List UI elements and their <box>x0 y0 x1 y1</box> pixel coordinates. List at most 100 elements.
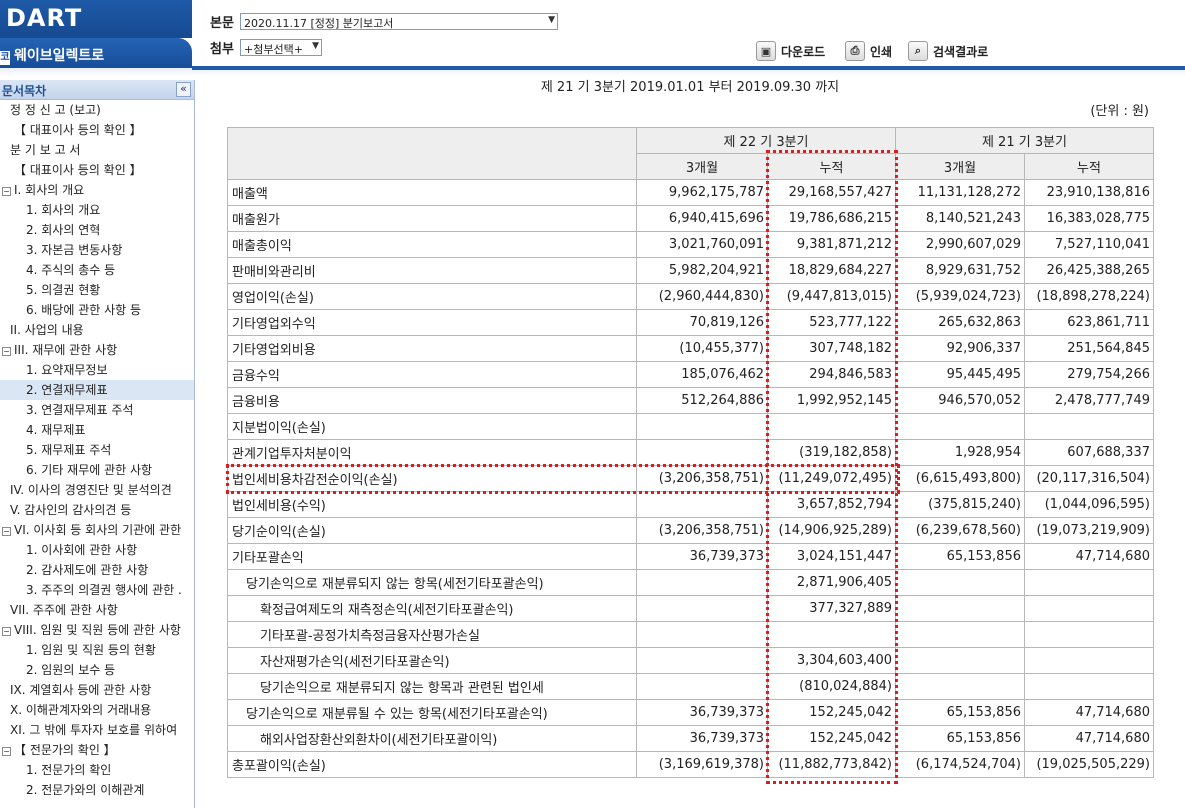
toc-item[interactable]: 3. 자본금 변동사항 <box>0 240 194 260</box>
header-divider <box>192 66 1185 70</box>
toc-item[interactable]: VII. 주주에 관한 사항 <box>0 600 194 620</box>
row-label: 당기순이익(손실) <box>227 517 637 544</box>
value-cell <box>895 413 1025 440</box>
table-row: 기타영업외수익 70,819,126 523,777,122 265,632,863 6… <box>227 309 1154 336</box>
table-row: 자산재평가손익(세전기타포괄손익) 3,304,603,400 <box>227 647 1154 674</box>
table-row: 당기손익으로 재분류되지 않는 항목과 관련된 법인세 (810,024,884) <box>227 673 1154 700</box>
print-label: 인쇄 <box>870 44 893 59</box>
toc-item[interactable]: 2. 감사제도에 관한 사항 <box>0 560 194 580</box>
value-cell: (11,249,072,495) <box>767 465 896 492</box>
toc-item-label: I. 회사의 개요 <box>14 183 85 197</box>
collapse-toggle-icon[interactable]: − <box>2 527 11 536</box>
collapse-sidebar-icon[interactable]: « <box>176 82 191 97</box>
value-cell <box>636 439 768 466</box>
value-cell: 3,304,603,400 <box>767 647 896 674</box>
toc-item-label: 【 대표이사 등의 확인 】 <box>14 163 142 177</box>
value-cell <box>636 647 768 674</box>
toc-item[interactable]: 2. 연결재무제표 <box>0 380 194 400</box>
print-button[interactable]: ⎙ 인쇄 <box>845 40 892 62</box>
chevron-down-icon: ▼ <box>312 41 319 51</box>
toc-item[interactable]: 2. 전문가와의 이해관계 <box>0 780 194 800</box>
table-row: 매출원가 6,940,415,696 19,786,686,215 8,140,521… <box>227 205 1154 232</box>
toc-item[interactable]: 6. 배당에 관한 사항 등 <box>0 300 194 320</box>
toc-item-label: XI. 그 밖에 투자자 보호를 위하여 <box>10 723 178 737</box>
toc-item[interactable]: 1. 전문가의 확인 <box>0 760 194 780</box>
value-cell: 29,168,557,427 <box>767 179 896 206</box>
toc-item[interactable]: 5. 의결권 현황 <box>0 280 194 300</box>
toc-item-label: X. 이해관계자와의 거래내용 <box>10 703 152 717</box>
toc-item[interactable]: 2. 임원의 보수 등 <box>0 660 194 680</box>
table-row: 관계기업투자처분이익 (319,182,858) 1,928,954 607,688,… <box>227 439 1154 466</box>
logo-text: DART <box>6 4 83 32</box>
toc-item-label: 5. 재무제표 주석 <box>26 443 112 457</box>
value-cell: 3,024,151,447 <box>767 543 896 570</box>
value-cell <box>767 413 896 440</box>
toc-item[interactable]: 1. 회사의 개요 <box>0 200 194 220</box>
toc-item[interactable]: V. 감사인의 감사의견 등 <box>0 500 194 520</box>
toc-item-label: 6. 배당에 관한 사항 등 <box>26 303 142 317</box>
toc-item[interactable]: − VIII. 임원 및 직원 등에 관한 사항 <box>0 620 194 640</box>
toc-item[interactable]: 정 정 신 고 (보고) <box>0 100 194 120</box>
toc-item[interactable]: 분 기 보 고 서 <box>0 140 194 160</box>
toc-item[interactable]: 1. 요약재무정보 <box>0 360 194 380</box>
toc-item[interactable]: 3. 주주의 의결권 행사에 관한 . <box>0 580 194 600</box>
toc-item[interactable]: 5. 재무제표 주석 <box>0 440 194 460</box>
value-cell <box>636 491 768 518</box>
value-cell: 2,871,906,405 <box>767 569 896 596</box>
toc-item[interactable]: − 【 전문가의 확인 】 <box>0 740 194 760</box>
toc-item[interactable]: 4. 주식의 총수 등 <box>0 260 194 280</box>
toc-item[interactable]: X. 이해관계자와의 거래내용 <box>0 700 194 720</box>
toc-item[interactable]: − VI. 이사회 등 회사의 기관에 관한 <box>0 520 194 540</box>
value-cell: 1,992,952,145 <box>767 387 896 414</box>
toc-item[interactable]: 2. 회사의 연혁 <box>0 220 194 240</box>
value-cell <box>895 621 1025 648</box>
collapse-toggle-icon[interactable]: − <box>2 627 11 636</box>
toc-item-label: VIII. 임원 및 직원 등에 관한 사항 <box>14 623 181 637</box>
table-row: 확정급여제도의 재측정손익(세전기타포괄손익) 377,327,889 <box>227 595 1154 622</box>
magnifier-icon: ⌕ <box>908 41 928 61</box>
toc-item[interactable]: II. 사업의 내용 <box>0 320 194 340</box>
toc-item[interactable]: 6. 기타 재무에 관한 사항 <box>0 460 194 480</box>
toc-item[interactable]: 1. 이사회에 관한 사항 <box>0 540 194 560</box>
row-label: 기타포괄손익 <box>227 543 637 570</box>
toc-item[interactable]: 3. 연결재무제표 주석 <box>0 400 194 420</box>
toc-item[interactable]: IV. 이사의 경영진단 및 분석의견 <box>0 480 194 500</box>
value-cell: (10,455,377) <box>636 335 768 362</box>
attach-select[interactable]: +첨부선택+ ▼ <box>240 39 322 56</box>
dart-logo[interactable]: DART <box>6 4 82 32</box>
value-cell: 2,990,607,029 <box>895 231 1025 258</box>
search-results-button[interactable]: ⌕ 검색결과로 <box>908 40 988 62</box>
value-cell <box>895 673 1025 700</box>
table-row: 판매비와관리비 5,982,204,921 18,829,684,227 8,929,… <box>227 257 1154 284</box>
collapse-toggle-icon[interactable]: − <box>2 347 11 356</box>
toc-item[interactable]: 【 대표이사 등의 확인 】 <box>0 160 194 180</box>
value-cell <box>767 621 896 648</box>
value-cell: 36,739,373 <box>636 699 768 726</box>
toc-item[interactable]: 【 대표이사 등의 확인 】 <box>0 120 194 140</box>
row-label: 매출액 <box>227 179 637 206</box>
value-cell: (6,239,678,560) <box>895 517 1025 544</box>
download-button[interactable]: ▣ 다운로드 <box>756 40 825 62</box>
table-row: 법인세비용(수익) 3,657,852,794 (375,815,240) (1,04… <box>227 491 1154 518</box>
toc-item-label: 5. 의결권 현황 <box>26 283 101 297</box>
table-row: 법인세비용차감전순이익(손실) (3,206,358,751) (11,249,07… <box>227 465 1154 492</box>
table-row: 기타영업외비용 (10,455,377) 307,748,182 92,906,337… <box>227 335 1154 362</box>
value-cell: 9,962,175,787 <box>636 179 768 206</box>
toc-item-label: VII. 주주에 관한 사항 <box>10 603 118 617</box>
toc-item-label: 3. 연결재무제표 주석 <box>26 403 134 417</box>
collapse-toggle-icon[interactable]: − <box>2 187 11 196</box>
collapse-toggle-icon[interactable]: − <box>2 747 11 756</box>
toc-item[interactable]: 4. 재무제표 <box>0 420 194 440</box>
body-select-value: 2020.11.17 [정정] 분기보고서 <box>244 17 394 30</box>
group-header-current: 제 22 기 3분기 <box>636 127 896 154</box>
toc-item[interactable]: IX. 계열회사 등에 관한 사항 <box>0 680 194 700</box>
toc-item[interactable]: − I. 회사의 개요 <box>0 180 194 200</box>
toc-item[interactable]: 1. 임원 및 직원 등의 현황 <box>0 640 194 660</box>
value-cell: 152,245,042 <box>767 725 896 752</box>
table-row: 기타포괄-공정가치측정금융자산평가손실 <box>227 621 1154 648</box>
body-select[interactable]: 2020.11.17 [정정] 분기보고서 ▼ <box>240 13 558 30</box>
value-cell: (19,025,505,229) <box>1024 751 1154 778</box>
toc-item[interactable]: XI. 그 밖에 투자자 보호를 위하여 <box>0 720 194 740</box>
value-cell <box>636 621 768 648</box>
toc-item[interactable]: − III. 재무에 관한 사항 <box>0 340 194 360</box>
